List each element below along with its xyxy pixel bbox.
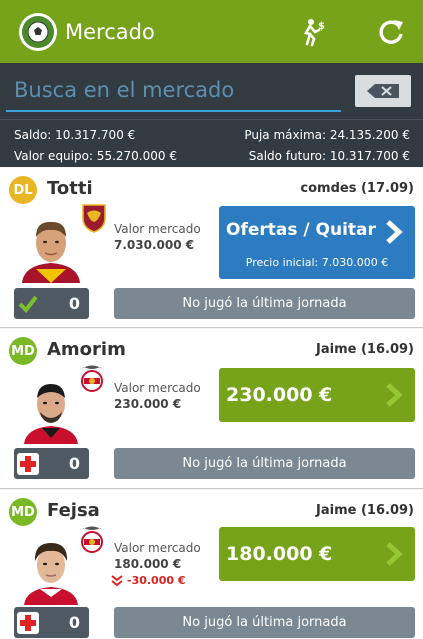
- offers-button-label: Ofertas / Quitar: [226, 220, 376, 240]
- chevron-right-icon: [381, 380, 407, 410]
- status-box: 0: [14, 448, 89, 479]
- position-badge: DL: [9, 176, 37, 204]
- last-match-button[interactable]: No jugó la última jornada: [114, 448, 415, 479]
- player-name: Totti: [47, 178, 93, 199]
- value-change-text: -30.000 €: [127, 574, 186, 587]
- search-bar: [0, 63, 423, 119]
- page-title: Mercado: [65, 19, 155, 44]
- roma-crest-icon: [82, 204, 106, 233]
- position-badge: MD: [9, 337, 37, 365]
- svg-text:$: $: [318, 21, 325, 32]
- market-value: 180.000 €: [114, 557, 182, 571]
- clear-search-button[interactable]: [355, 75, 411, 107]
- medical-cross-icon: [17, 452, 39, 475]
- chevron-right-icon: [381, 539, 407, 569]
- market-value-label: Valor mercado: [114, 222, 201, 236]
- bid-price-button[interactable]: 230.000 €: [219, 368, 415, 422]
- benfica-crest-icon: [80, 365, 104, 392]
- player-name: Fejsa: [47, 500, 100, 521]
- market-value: 7.030.000 €: [114, 238, 195, 252]
- status-count: 0: [68, 454, 80, 473]
- market-value: 230.000 €: [114, 397, 182, 411]
- player-money-icon[interactable]: $: [295, 14, 331, 50]
- market-value-label: Valor mercado: [114, 381, 201, 395]
- status-box: 0: [14, 607, 89, 638]
- soccer-ball-logo-icon[interactable]: [19, 12, 57, 51]
- puja-maxima-text: Puja máxima: 24.135.200 €: [244, 127, 410, 142]
- action-bar: Mercado $: [0, 0, 423, 63]
- owner-label: comdes (17.09): [300, 181, 414, 196]
- check-icon: [17, 293, 39, 315]
- refresh-icon[interactable]: [373, 14, 409, 50]
- bid-price-label: 180.000 €: [226, 543, 333, 565]
- medical-cross-icon: [17, 611, 39, 634]
- player-card-fejsa[interactable]: MD Fejsa Jaime (16.09) Valor mercado 180…: [0, 490, 423, 639]
- position-badge: MD: [9, 498, 37, 526]
- player-card-totti[interactable]: DL Totti comdes (17.09) Valor mercado 7.…: [0, 168, 423, 328]
- chevron-right-icon: [386, 220, 403, 244]
- saldo-futuro-text: Saldo futuro: 10.317.700 €: [248, 148, 410, 163]
- bid-price-button[interactable]: 180.000 €: [219, 527, 415, 581]
- app-root: Mercado $ Saldo: 10.317.700 € Puja máxim…: [0, 0, 423, 639]
- valor-equipo-text: Valor equipo: 55.270.000 €: [14, 148, 177, 163]
- initial-price-text: Precio inicial: 7.030.000 €: [245, 256, 389, 269]
- value-change: -30.000 €: [110, 574, 186, 587]
- offers-remove-button[interactable]: Ofertas / Quitar Precio inicial: 7.030.0…: [219, 206, 415, 279]
- search-input[interactable]: [6, 70, 341, 112]
- status-count: 0: [68, 294, 80, 313]
- benfica-crest-icon: [80, 526, 104, 553]
- bid-price-label: 230.000 €: [226, 384, 333, 406]
- market-value-label: Valor mercado: [114, 541, 201, 555]
- status-box: 0: [14, 288, 89, 319]
- status-count: 0: [68, 613, 80, 632]
- saldo-text: Saldo: 10.317.700 €: [14, 127, 136, 142]
- player-card-amorim[interactable]: MD Amorim Jaime (16.09) Valor mercado 23…: [0, 329, 423, 489]
- double-arrow-down-icon: [111, 574, 123, 586]
- backspace-icon: [367, 84, 399, 98]
- owner-label: Jaime (16.09): [316, 503, 414, 518]
- player-photo: [14, 211, 88, 283]
- budget-summary: Saldo: 10.317.700 € Puja máxima: 24.135.…: [0, 119, 423, 167]
- owner-label: Jaime (16.09): [316, 342, 414, 357]
- last-match-button[interactable]: No jugó la última jornada: [114, 288, 415, 319]
- last-match-button[interactable]: No jugó la última jornada: [114, 607, 415, 638]
- player-name: Amorim: [47, 339, 126, 360]
